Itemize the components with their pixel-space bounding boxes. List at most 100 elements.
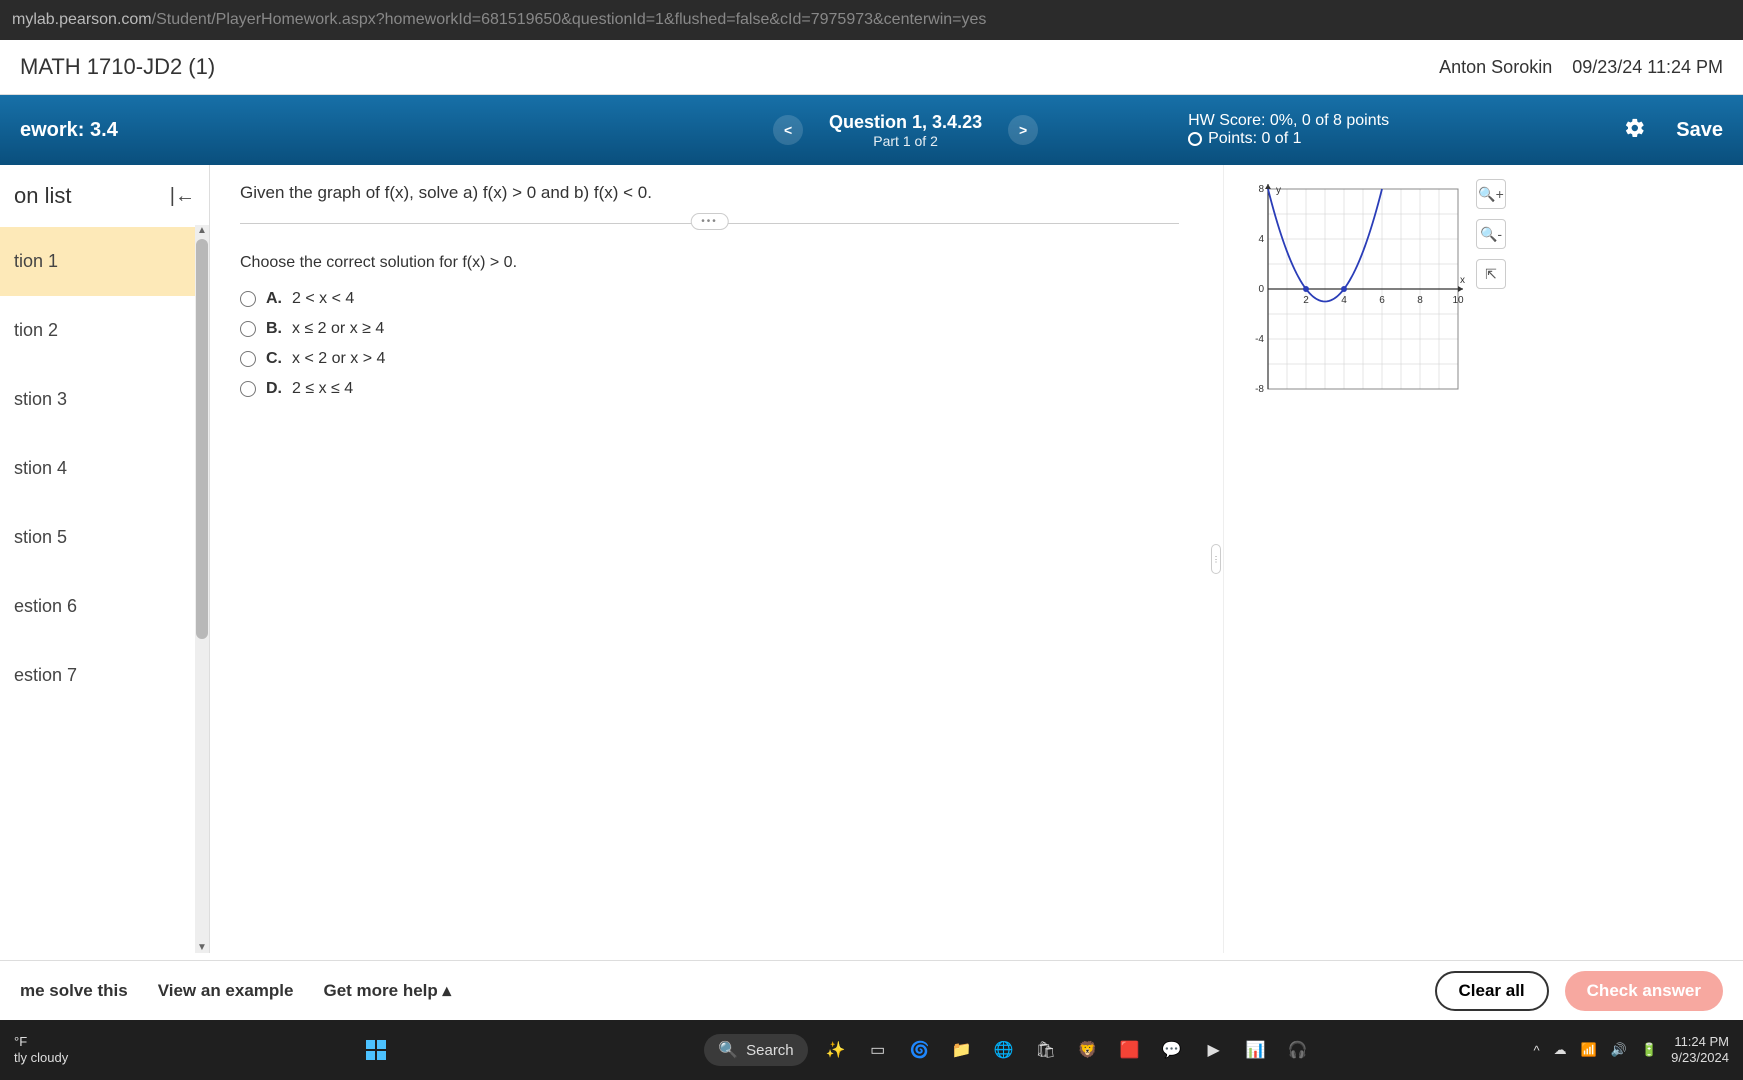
panel-resize-handle[interactable]: ⋮: [1209, 165, 1223, 953]
search-icon: 🔍: [718, 1040, 738, 1060]
explorer-icon[interactable]: 📁: [948, 1036, 976, 1064]
svg-text:-4: -4: [1255, 334, 1264, 345]
taskbar-clock[interactable]: 11:24 PM 9/23/2024: [1671, 1034, 1729, 1065]
sidebar-item-q1[interactable]: tion 1: [0, 227, 209, 296]
check-answer-button[interactable]: Check answer: [1565, 971, 1723, 1011]
store-icon[interactable]: 🛍: [1032, 1036, 1060, 1064]
next-question-button[interactable]: >: [1008, 115, 1038, 145]
edge-icon[interactable]: 🌐: [990, 1036, 1018, 1064]
tray-chevron-icon[interactable]: ^: [1533, 1043, 1539, 1058]
tray-wifi-icon[interactable]: 📶: [1581, 1042, 1597, 1058]
question-prompt: Given the graph of f(x), solve a) f(x) >…: [240, 183, 1179, 203]
url-path: /Student/PlayerHomework.aspx?homeworkId=…: [152, 11, 987, 29]
app-header: MATH 1710-JD2 (1) Anton Sorokin 09/23/24…: [0, 40, 1743, 95]
course-title: MATH 1710-JD2 (1): [20, 54, 215, 80]
app3-icon[interactable]: 📊: [1242, 1036, 1270, 1064]
svg-text:6: 6: [1379, 295, 1385, 306]
question-number: Question 1, 3.4.23: [829, 112, 982, 133]
choice-text: x ≤ 2 or x ≥ 4: [292, 320, 384, 338]
blue-toolbar: ework: 3.4 < Question 1, 3.4.23 Part 1 o…: [0, 95, 1743, 165]
question-part: Part 1 of 2: [829, 133, 982, 149]
start-icon[interactable]: [362, 1036, 390, 1064]
choice-C[interactable]: C. x < 2 or x > 4: [240, 350, 1179, 368]
choice-letter: A.: [266, 290, 282, 308]
view-example-link[interactable]: View an example: [158, 981, 294, 1001]
choice-text: 2 < x < 4: [292, 290, 354, 308]
graph-panel: 246810-8-4480yx 🔍+ 🔍- ⇱: [1223, 165, 1743, 953]
get-more-help-link[interactable]: Get more help ▴: [323, 981, 451, 1001]
sidebar-item-q3[interactable]: stion 3: [0, 365, 209, 434]
sidebar-item-q2[interactable]: tion 2: [0, 296, 209, 365]
gear-icon[interactable]: [1624, 117, 1646, 144]
app-window: MATH 1710-JD2 (1) Anton Sorokin 09/23/24…: [0, 40, 1743, 1080]
header-datetime: 09/23/24 11:24 PM: [1572, 57, 1723, 78]
copilot-icon[interactable]: ✨: [822, 1036, 850, 1064]
scroll-down-icon[interactable]: ▼: [196, 942, 208, 953]
choice-letter: C.: [266, 350, 282, 368]
app2-icon[interactable]: 🟥: [1116, 1036, 1144, 1064]
graph-plot: 246810-8-4480yx: [1238, 179, 1468, 409]
choice-radio-D[interactable]: [240, 381, 256, 397]
tray-volume-icon[interactable]: 🔊: [1611, 1042, 1627, 1058]
sidebar-item-q4[interactable]: stion 4: [0, 434, 209, 503]
url-host: mylab.pearson.com: [12, 11, 152, 29]
browser-url-bar[interactable]: mylab.pearson.com/Student/PlayerHomework…: [0, 0, 1743, 40]
svg-text:8: 8: [1417, 295, 1423, 306]
search-label: Search: [746, 1042, 794, 1059]
svg-text:0: 0: [1258, 284, 1264, 295]
viber-icon[interactable]: 💬: [1158, 1036, 1186, 1064]
choice-letter: D.: [266, 380, 282, 398]
svg-text:8: 8: [1258, 184, 1264, 195]
homework-title: ework: 3.4: [20, 119, 118, 142]
help-me-solve-link[interactable]: me solve this: [20, 981, 128, 1001]
svg-text:4: 4: [1258, 234, 1264, 245]
footer-bar: me solve this View an example Get more h…: [0, 960, 1743, 1020]
sidebar-item-q7[interactable]: estion 7: [0, 641, 209, 710]
points: Points: 0 of 1: [1208, 130, 1301, 148]
svg-text:4: 4: [1341, 295, 1347, 306]
hw-score: HW Score: 0%, 0 of 8 points: [1188, 112, 1389, 130]
sidebar-scrollbar[interactable]: ▲ ▼: [195, 225, 209, 953]
choice-radio-C[interactable]: [240, 351, 256, 367]
app4-icon[interactable]: 🎧: [1284, 1036, 1312, 1064]
svg-text:x: x: [1460, 275, 1465, 286]
choice-D[interactable]: D. 2 ≤ x ≤ 4: [240, 380, 1179, 398]
svg-text:2: 2: [1303, 295, 1309, 306]
save-button[interactable]: Save: [1676, 119, 1723, 142]
choice-letter: B.: [266, 320, 282, 338]
sidebar-item-q5[interactable]: stion 5: [0, 503, 209, 572]
popout-icon[interactable]: ⇱: [1476, 259, 1506, 289]
brave-icon[interactable]: 🦁: [1074, 1036, 1102, 1064]
app1-icon[interactable]: 🌀: [906, 1036, 934, 1064]
points-circle-icon: [1188, 132, 1202, 146]
choice-A[interactable]: A. 2 < x < 4: [240, 290, 1179, 308]
zoom-out-icon[interactable]: 🔍-: [1476, 219, 1506, 249]
svg-text:y: y: [1276, 185, 1281, 196]
choice-text: x < 2 or x > 4: [292, 350, 385, 368]
user-name: Anton Sorokin: [1439, 57, 1552, 78]
choice-radio-B[interactable]: [240, 321, 256, 337]
taskbar-weather[interactable]: °F tly cloudy: [14, 1034, 68, 1065]
taskbar-search[interactable]: 🔍 Search: [704, 1034, 807, 1066]
sub-prompt: Choose the correct solution for f(x) > 0…: [240, 254, 1179, 272]
question-list-sidebar: on list |← tion 1tion 2stion 3stion 4sti…: [0, 165, 210, 953]
taskview-icon[interactable]: ▭: [864, 1036, 892, 1064]
sidebar-title: on list: [14, 183, 71, 209]
choice-text: 2 ≤ x ≤ 4: [292, 380, 353, 398]
tray-cloud-icon[interactable]: ☁: [1554, 1042, 1567, 1058]
prev-question-button[interactable]: <: [773, 115, 803, 145]
scrollbar-thumb[interactable]: [196, 239, 208, 639]
choice-B[interactable]: B. x ≤ 2 or x ≥ 4: [240, 320, 1179, 338]
svg-text:10: 10: [1452, 295, 1464, 306]
choice-radio-A[interactable]: [240, 291, 256, 307]
windows-taskbar: °F tly cloudy 🔍 Search ✨ ▭ 🌀 📁 🌐 🛍 🦁 🟥 💬…: [0, 1020, 1743, 1080]
sidebar-item-q6[interactable]: estion 6: [0, 572, 209, 641]
collapse-sidebar-icon[interactable]: |←: [170, 185, 195, 208]
tray-battery-icon[interactable]: 🔋: [1641, 1042, 1657, 1058]
expand-dots-button[interactable]: •••: [690, 213, 729, 230]
clear-all-button[interactable]: Clear all: [1435, 971, 1549, 1011]
youtube-icon[interactable]: ▶: [1200, 1036, 1228, 1064]
zoom-in-icon[interactable]: 🔍+: [1476, 179, 1506, 209]
scroll-up-icon[interactable]: ▲: [196, 225, 208, 236]
main-content: on list |← tion 1tion 2stion 3stion 4sti…: [0, 165, 1743, 953]
